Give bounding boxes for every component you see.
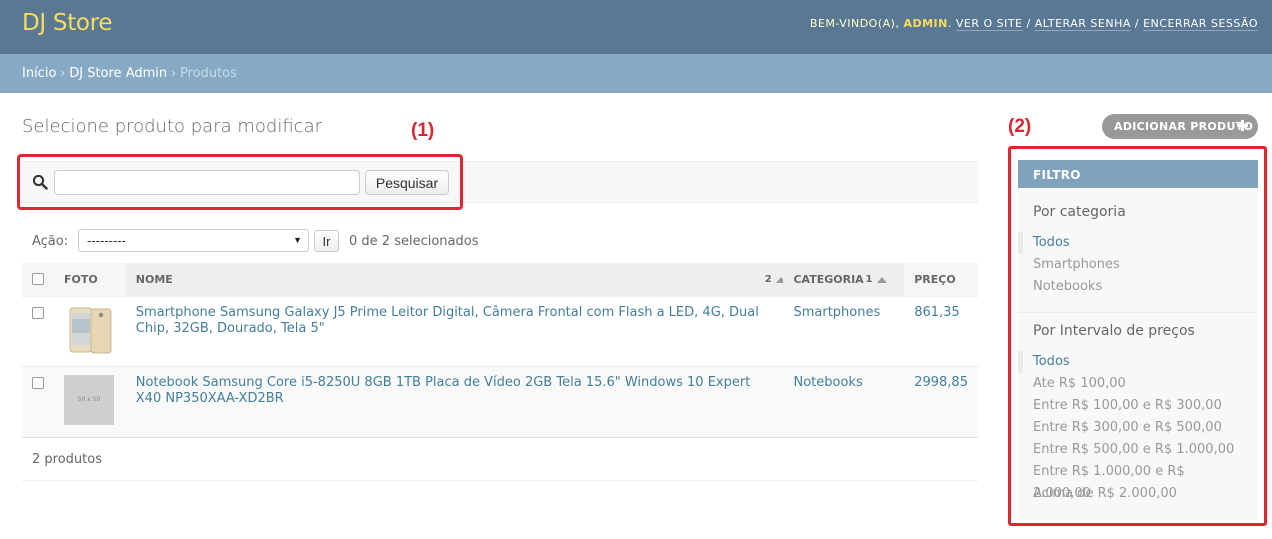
annotation-box-1 xyxy=(17,154,463,210)
breadcrumb-separator: › xyxy=(60,66,66,80)
select-all-header xyxy=(22,263,54,297)
select-all-checkbox[interactable] xyxy=(32,272,44,285)
column-header-category-label: Categoria xyxy=(793,272,864,286)
result-table: Foto Nome 2 Categoria 1 Preço xyxy=(22,263,978,438)
site-brand[interactable]: DJ Store xyxy=(22,10,113,36)
category-value: Smartphones xyxy=(793,304,881,320)
selection-counter: 0 de 2 selecionados xyxy=(349,234,479,249)
phone-photo xyxy=(69,307,112,353)
name-cell: Notebook Samsung Core i5-8250U 8GB 1TB P… xyxy=(125,366,784,438)
breadcrumb-separator: › xyxy=(171,66,176,80)
action-go-button[interactable]: Ir xyxy=(314,230,339,252)
add-product-label: Adicionar produto xyxy=(1114,120,1254,133)
column-header-photo: Foto xyxy=(54,263,126,297)
breadcrumb-app[interactable]: DJ Store Admin xyxy=(69,66,167,81)
price-cell: 2998,85 xyxy=(904,366,978,438)
price-cell: 861,35 xyxy=(904,296,978,367)
welcome-text: Bem-vindo(a), xyxy=(809,17,900,30)
action-label: Ação: xyxy=(32,234,69,249)
username: admin xyxy=(903,17,948,30)
table-row: 50 x 50 Notebook Samsung Core i5-8250U 8… xyxy=(22,366,978,438)
plus-icon xyxy=(1237,120,1248,131)
category-cell: Smartphones xyxy=(783,296,905,367)
category-cell: Notebooks xyxy=(783,366,905,438)
column-header-name[interactable]: Nome 2 xyxy=(125,263,786,297)
row-checkbox[interactable] xyxy=(32,376,44,389)
breadcrumb-current: Produtos xyxy=(179,66,237,81)
name-cell: Smartphone Samsung Galaxy J5 Prime Leito… xyxy=(125,296,784,367)
table-row: Smartphone Samsung Galaxy J5 Prime Leito… xyxy=(22,296,978,367)
annotation-box-2 xyxy=(1008,146,1267,526)
sort-priority: 2 xyxy=(764,274,772,285)
price-value: 2998,85 xyxy=(914,374,968,390)
sort-ascending-icon[interactable] xyxy=(877,277,888,283)
action-select[interactable]: --------- ▼ xyxy=(78,229,309,252)
change-password-link[interactable]: Alterar senha xyxy=(1034,17,1131,31)
header: DJ Store Bem-vindo(a), admin. Ver o site… xyxy=(0,0,1272,54)
photo-cell: 50 x 50 xyxy=(54,366,126,438)
paginator: 2 produtos xyxy=(22,438,978,481)
photo-cell xyxy=(54,296,126,367)
breadcrumb: Início › DJ Store Admin › Produtos xyxy=(0,54,1272,93)
action-select-value: --------- xyxy=(87,233,126,248)
category-value: Notebooks xyxy=(793,374,863,390)
row-select-cell xyxy=(22,296,54,367)
breadcrumb-home[interactable]: Início xyxy=(22,66,56,81)
column-header-price: Preço xyxy=(904,263,978,297)
separator: / xyxy=(1026,17,1031,30)
add-product-button[interactable]: Adicionar produto xyxy=(1102,114,1258,139)
table-header-row: Foto Nome 2 Categoria 1 Preço xyxy=(22,263,978,297)
column-header-category[interactable]: Categoria 1 xyxy=(783,263,905,297)
page-title: Selecione produto para modificar xyxy=(22,116,323,137)
separator: / xyxy=(1134,17,1140,30)
sort-priority: 1 xyxy=(865,274,873,285)
row-checkbox[interactable] xyxy=(32,306,44,319)
user-tools: Bem-vindo(a), admin. Ver o site / Altera… xyxy=(809,17,1258,31)
product-name-link[interactable]: Smartphone Samsung Galaxy J5 Prime Leito… xyxy=(136,305,774,337)
annotation-label-1: (1) xyxy=(411,120,435,141)
annotation-label-2: (2) xyxy=(1008,116,1032,137)
price-value: 861,35 xyxy=(914,304,960,320)
column-header-name-label: Nome xyxy=(135,272,173,286)
chevron-down-icon: ▼ xyxy=(293,235,302,245)
view-site-link[interactable]: Ver o site xyxy=(955,17,1023,31)
product-name-link[interactable]: Notebook Samsung Core i5-8250U 8GB 1TB P… xyxy=(136,375,774,407)
placeholder-photo: 50 x 50 xyxy=(64,374,114,425)
row-select-cell xyxy=(22,366,54,438)
logout-link[interactable]: Encerrar sessão xyxy=(1143,17,1258,31)
